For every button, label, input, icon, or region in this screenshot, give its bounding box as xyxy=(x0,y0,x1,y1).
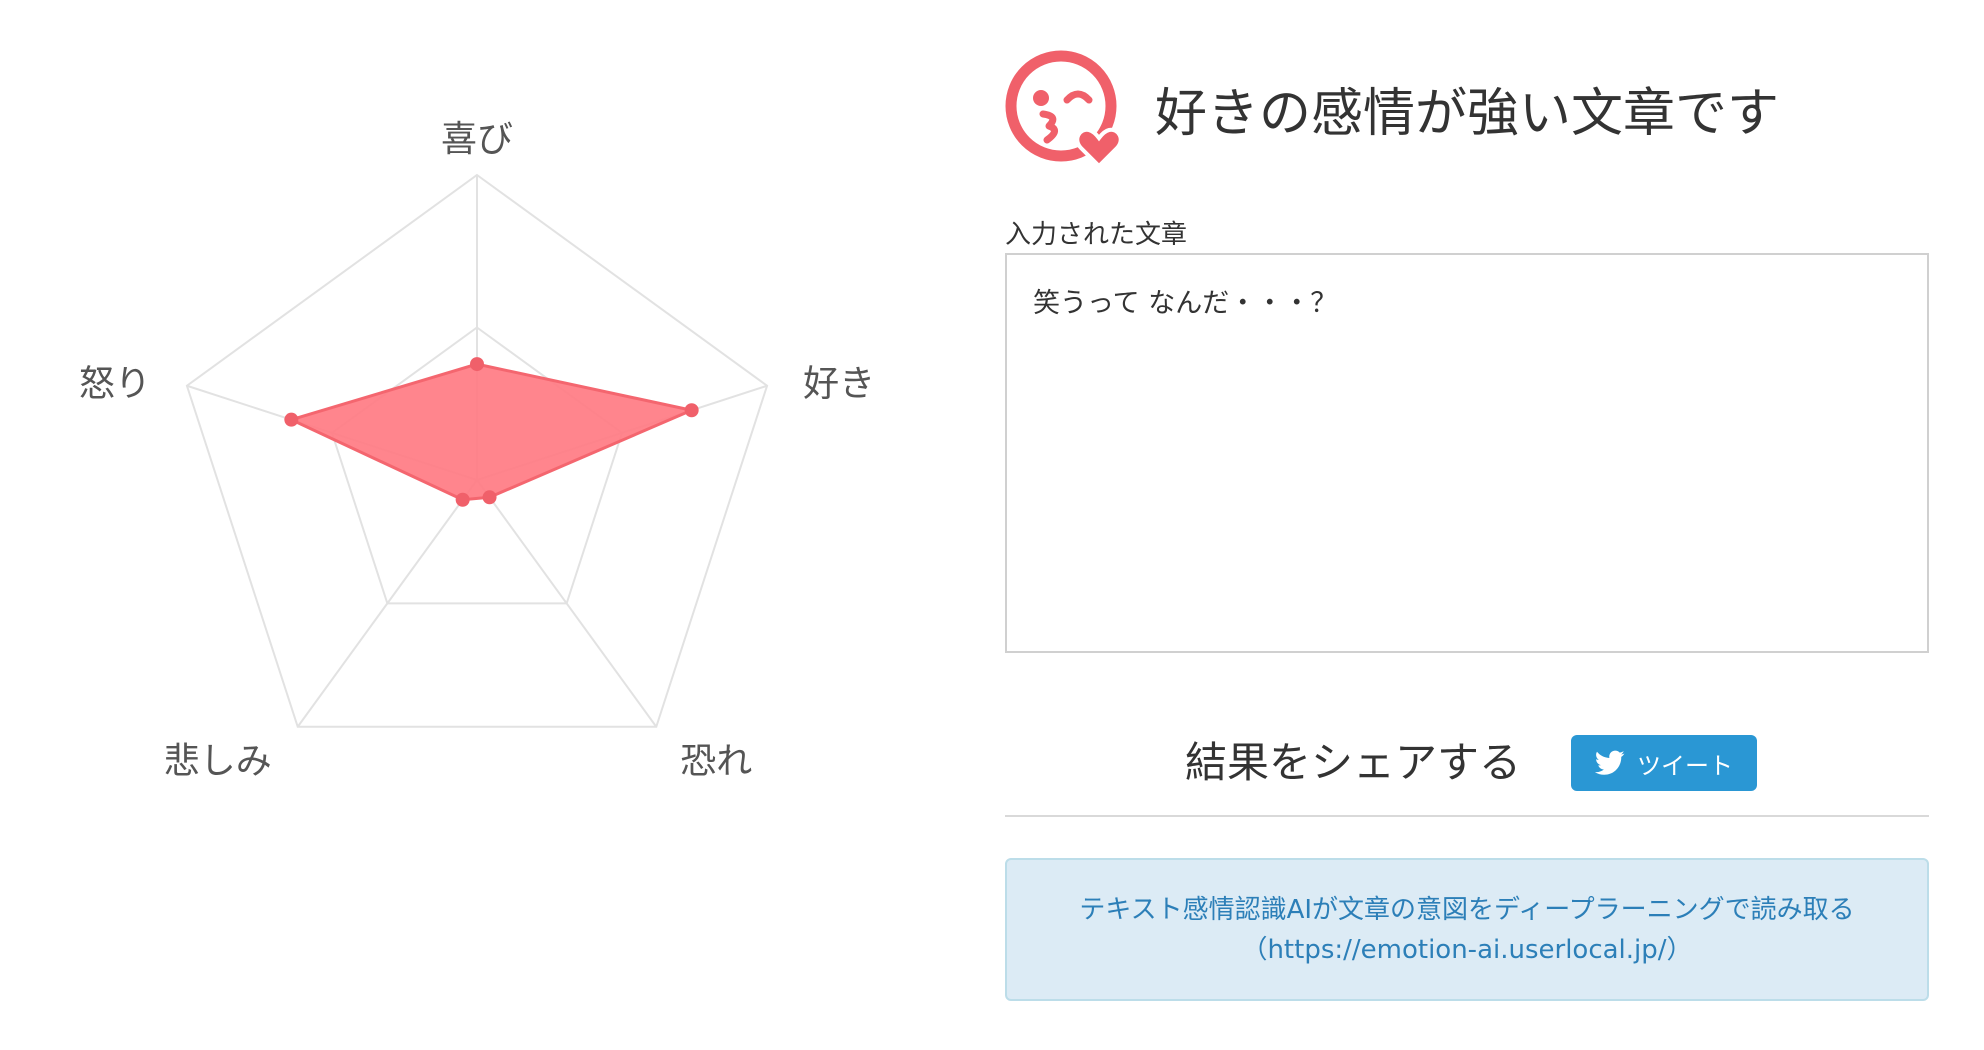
radar-series-area xyxy=(287,362,697,502)
result-title: 好きの感情が強い文章です xyxy=(1155,83,1780,144)
input-text-area[interactable] xyxy=(1005,253,1929,653)
radar-axis-label-2: 好き xyxy=(803,364,875,405)
share-label: 結果をシェアする xyxy=(1185,738,1522,787)
tweet-label: ツイート xyxy=(1637,751,1733,780)
radar-axis-label-4: 悲しみ xyxy=(164,741,272,782)
radar-point-5 xyxy=(284,412,299,427)
radar-axis-label-5: 怒り xyxy=(79,364,151,405)
radar-point-1 xyxy=(470,357,484,372)
radar-axis-label-3: 恐れ xyxy=(680,741,752,782)
emotion-radar-chart: 喜び好き恐れ 悲しみ 怒り xyxy=(79,119,875,782)
info-link-title[interactable]: テキスト感情認識AIが文章の意図をディープラーニングで読み取る xyxy=(1079,890,1854,930)
radar-point-2 xyxy=(684,403,699,418)
info-box: テキスト感情認識AIが文章の意図をディープラーニングで読み取る （https:/… xyxy=(1005,858,1929,1001)
info-link-url[interactable]: （https://emotion-ai.userlocal.jp/） xyxy=(1241,930,1692,970)
kissing-face-heart-icon xyxy=(1005,50,1123,168)
share-row: 結果をシェアする ツイート xyxy=(1005,735,1929,791)
twitter-bird-icon xyxy=(1595,750,1625,775)
input-label: 入力された文章 xyxy=(1005,220,1188,250)
divider xyxy=(1005,815,1929,817)
radar-data xyxy=(284,357,699,507)
result-header: 好きの感情が強い文章です xyxy=(1003,48,1779,168)
radar-point-4 xyxy=(455,492,470,507)
radar-point-3 xyxy=(482,490,497,505)
radar-axis-label-1: 喜び xyxy=(441,119,513,160)
tweet-button[interactable]: ツイート xyxy=(1571,735,1757,791)
